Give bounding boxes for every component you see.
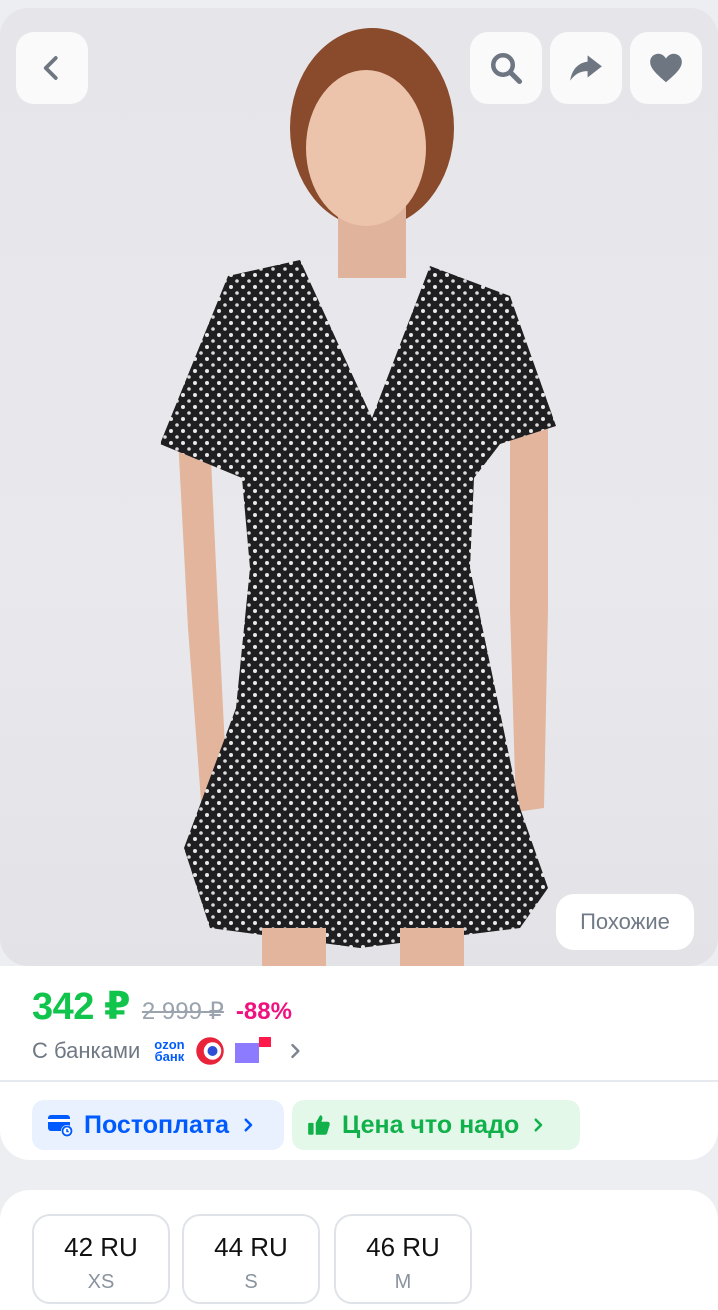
chevron-left-icon bbox=[43, 56, 58, 80]
search-button[interactable] bbox=[470, 32, 542, 104]
thumbs-up-icon bbox=[308, 1115, 330, 1135]
card-clock-icon bbox=[48, 1115, 73, 1137]
product-photo bbox=[160, 28, 556, 966]
share-button[interactable] bbox=[550, 32, 622, 104]
price-row: 342 ₽ 2 999 ₽ -88% bbox=[32, 984, 292, 1029]
discount-percent: -88% bbox=[235, 998, 292, 1025]
similar-button[interactable]: Похожие bbox=[556, 894, 694, 950]
size-intl: XS bbox=[87, 1271, 115, 1293]
bank-payment-row[interactable]: С банками ozon банк bbox=[32, 1036, 305, 1066]
size-intl: S bbox=[244, 1271, 258, 1293]
heart-icon bbox=[650, 53, 682, 83]
size-selector: 42 RU XS 44 RU S 46 RU M bbox=[0, 1190, 718, 1310]
current-price: 342 ₽ bbox=[32, 986, 130, 1028]
bank-logo-purple-icon bbox=[234, 1037, 271, 1063]
ozon-bank-logo: ozon банк bbox=[154, 1038, 185, 1064]
search-icon bbox=[491, 53, 523, 85]
product-image-gallery[interactable]: Похожие bbox=[0, 8, 718, 966]
good-price-badge[interactable]: Цена что надо bbox=[292, 1100, 580, 1150]
size-option[interactable]: 42 RU XS bbox=[32, 1214, 170, 1304]
chevron-right-icon bbox=[244, 1118, 253, 1132]
old-price: 2 999 ₽ bbox=[141, 998, 224, 1025]
size-intl: M bbox=[394, 1271, 412, 1293]
price-card: 342 ₽ 2 999 ₽ -88% С банками ozon банк П… bbox=[0, 966, 718, 1160]
favorite-button[interactable] bbox=[630, 32, 702, 104]
chevron-right-icon bbox=[534, 1118, 543, 1132]
back-button[interactable] bbox=[16, 32, 88, 104]
divider bbox=[0, 1080, 718, 1082]
size-ru: 46 RU bbox=[366, 1232, 440, 1262]
ozon-bank-logo-line2: банк bbox=[154, 1049, 185, 1064]
size-option[interactable]: 46 RU M bbox=[334, 1214, 472, 1304]
similar-button-label: Похожие bbox=[580, 909, 670, 934]
share-arrow-icon bbox=[570, 55, 602, 81]
banks-label: С банками bbox=[32, 1038, 141, 1063]
postpay-badge[interactable]: Постоплата bbox=[32, 1100, 284, 1150]
chevron-right-icon bbox=[290, 1043, 300, 1059]
size-ru: 44 RU bbox=[214, 1232, 288, 1262]
bank-logo-red-icon bbox=[195, 1037, 224, 1065]
size-ru: 42 RU bbox=[64, 1232, 138, 1262]
good-price-label: Цена что надо bbox=[342, 1110, 520, 1139]
size-option[interactable]: 44 RU S bbox=[182, 1214, 320, 1304]
postpay-label: Постоплата bbox=[84, 1110, 230, 1139]
